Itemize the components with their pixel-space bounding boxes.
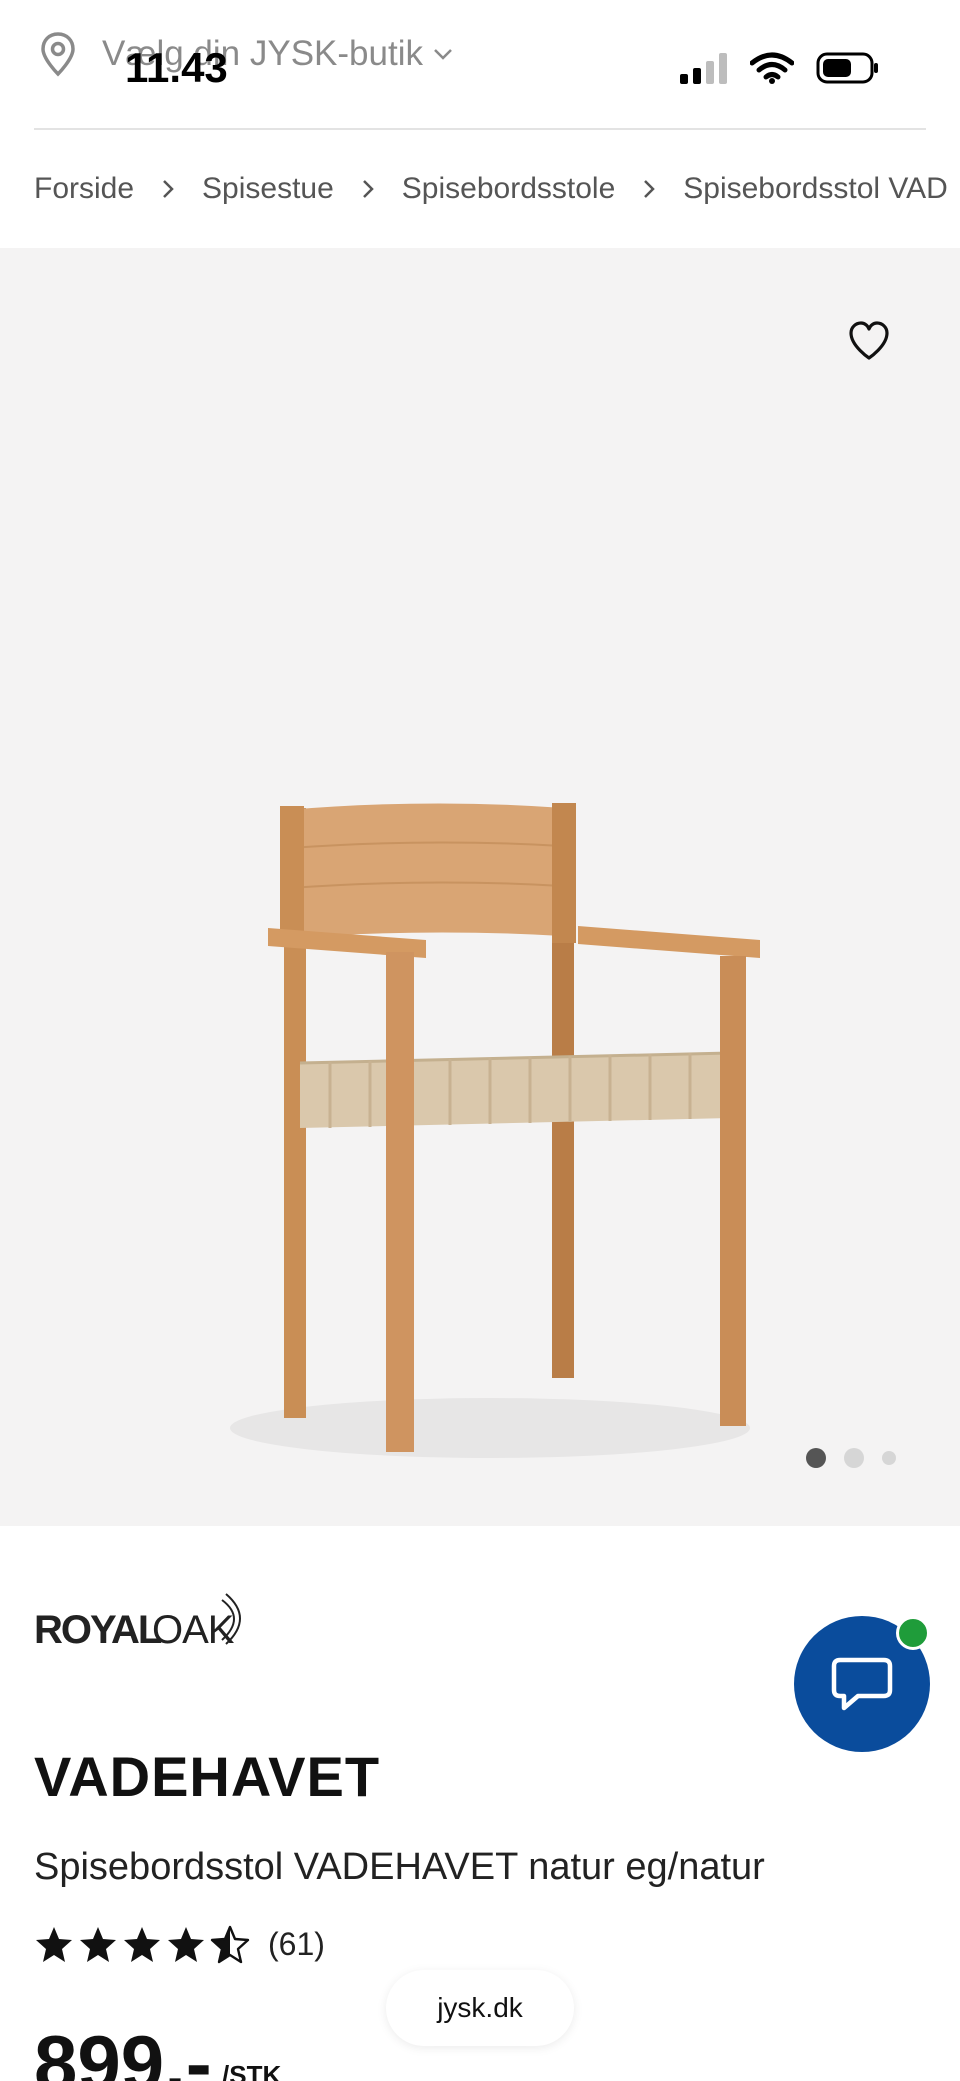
price-unit: /STK <box>222 2060 282 2081</box>
breadcrumb-item-current[interactable]: Spisebordsstol VAD <box>683 172 948 206</box>
star-half-icon <box>210 1925 250 1964</box>
product-name: VADEHAVET <box>34 1745 381 1808</box>
gallery-pagination[interactable] <box>806 1448 896 1468</box>
battery-icon <box>816 52 878 84</box>
star-filled-icon <box>80 1927 116 1962</box>
star-filled-icon <box>168 1927 204 1962</box>
top-bar: Vælg din JYSK-butik 11.43 <box>0 0 960 128</box>
product-subtitle: Spisebordsstol VADEHAVET natur eg/natur <box>34 1846 765 1888</box>
product-rating[interactable]: (61) <box>34 1924 325 1964</box>
location-pin-icon <box>41 32 75 77</box>
breadcrumb-item-dining-chairs[interactable]: Spisebordsstole <box>402 172 615 206</box>
browser-url-bar[interactable]: jysk.dk <box>386 1970 574 2046</box>
star-filled-icon <box>36 1927 72 1962</box>
chair-image <box>230 803 760 1458</box>
star-filled-icon <box>124 1927 160 1962</box>
chevron-down-icon <box>434 49 452 60</box>
status-time: 11.43 <box>125 44 228 91</box>
chevron-right-icon <box>163 180 174 198</box>
rating-stars <box>34 1924 250 1964</box>
signal-icon <box>680 53 727 84</box>
gallery-dot[interactable] <box>844 1448 864 1468</box>
wifi-icon <box>750 52 794 84</box>
product-gallery[interactable] <box>0 248 960 1526</box>
gallery-dot[interactable] <box>806 1448 826 1468</box>
breadcrumb: Forside Spisestue Spisebordsstole Spiseb… <box>34 172 948 206</box>
brand-arc-icon <box>221 1593 241 1645</box>
chat-button[interactable] <box>794 1616 930 1752</box>
breadcrumb-item-dining[interactable]: Spisestue <box>202 172 334 206</box>
chat-bubble-icon <box>831 1657 893 1711</box>
product-price: 899,- <box>34 2019 212 2081</box>
header-divider <box>34 128 926 130</box>
status-icons <box>680 52 880 84</box>
store-selector[interactable]: Vælg din JYSK-butik <box>38 30 455 78</box>
online-badge <box>896 1616 930 1650</box>
breadcrumb-item-home[interactable]: Forside <box>34 172 134 206</box>
brand-logo[interactable]: ROYAL OAK <box>34 1584 248 1652</box>
rating-count[interactable]: (61) <box>268 1926 325 1963</box>
gallery-dot[interactable] <box>882 1451 896 1465</box>
heart-icon[interactable] <box>846 318 892 364</box>
chevron-right-icon <box>644 180 656 198</box>
chevron-right-icon <box>362 180 374 198</box>
brand-logo-royal: ROYAL <box>34 1608 162 1652</box>
